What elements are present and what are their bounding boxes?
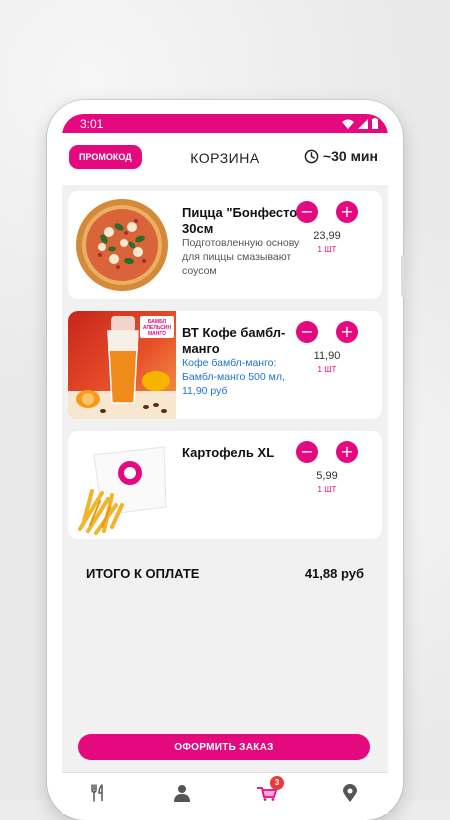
increase-quantity-button[interactable]: + bbox=[336, 441, 358, 463]
item-name: Картофель XL bbox=[182, 445, 275, 460]
wifi-icon bbox=[342, 119, 354, 129]
cart-content: Пицца "Бонфесто" 30см Подготовленную осн… bbox=[62, 185, 388, 814]
item-description: Кофе бамбл-манго: Бамбл-манго 500 мл, 11… bbox=[182, 357, 285, 397]
cart-item: Картофель XL − + 5,99 1 ШТ bbox=[68, 431, 382, 539]
delivery-time-text: ~30 мин bbox=[322, 148, 378, 164]
total-label: ИТОГО К ОПЛАТЕ bbox=[86, 566, 200, 581]
place-order-button[interactable]: ОФОРМИТЬ ЗАКАЗ bbox=[78, 734, 370, 760]
item-price: 11,90 bbox=[313, 350, 341, 362]
decrease-quantity-button[interactable]: − bbox=[296, 441, 318, 463]
app-header: ПРОМОКОД КОРЗИНА ~30 мин bbox=[62, 133, 388, 185]
nav-cart[interactable]: 3 bbox=[252, 776, 284, 806]
item-name: ВТ Кофе бамбл-манго bbox=[182, 325, 286, 356]
delivery-time: ~30 мин bbox=[304, 148, 378, 164]
clock-icon bbox=[304, 149, 319, 163]
item-description: Подготовленную основу для пиццы смазываю… bbox=[182, 237, 300, 277]
cart-item: БАМБЛ АПЕЛЬСИН МАНГО ВТ Кофе бамбл-манго… bbox=[68, 311, 382, 419]
app-screen: 3:01 ПРОМОКОД КОРЗИНА ~30 мин Пицца "Бон… bbox=[62, 114, 388, 814]
status-time: 3:01 bbox=[80, 116, 104, 131]
bottom-nav: 3 bbox=[62, 772, 388, 814]
item-quantity: 1 ШТ bbox=[317, 365, 337, 374]
increase-quantity-button[interactable]: + bbox=[336, 201, 358, 223]
item-price: 5,99 bbox=[316, 470, 338, 482]
promo-code-button[interactable]: ПРОМОКОД bbox=[69, 145, 142, 169]
phone-side-button bbox=[401, 255, 406, 297]
total-value: 41,88 руб bbox=[304, 566, 364, 581]
decrease-quantity-button[interactable]: − bbox=[296, 321, 318, 343]
decrease-quantity-button[interactable]: − bbox=[296, 201, 318, 223]
item-quantity: 1 ШТ bbox=[317, 485, 337, 494]
svg-text:МАНГО: МАНГО bbox=[148, 331, 166, 337]
nav-profile[interactable] bbox=[167, 780, 197, 806]
location-icon bbox=[343, 784, 357, 802]
cart-item: Пицца "Бонфесто" 30см Подготовленную осн… bbox=[68, 191, 382, 299]
fork-knife-icon bbox=[91, 784, 103, 802]
cart-count-badge: 3 bbox=[270, 776, 284, 790]
fries-image bbox=[68, 431, 176, 539]
user-icon bbox=[174, 785, 190, 802]
battery-icon bbox=[372, 118, 378, 129]
item-quantity: 1 ШТ bbox=[317, 245, 337, 254]
increase-quantity-button[interactable]: + bbox=[336, 321, 358, 343]
pizza-image bbox=[68, 191, 176, 299]
nav-menu[interactable] bbox=[83, 780, 113, 806]
item-name: Пицца "Бонфесто" 30см bbox=[182, 205, 304, 236]
status-icons bbox=[342, 118, 378, 129]
item-price: 23,99 bbox=[313, 230, 341, 242]
mango-coffee-image: БАМБЛ АПЕЛЬСИН МАНГО bbox=[68, 311, 176, 419]
status-bar: 3:01 bbox=[62, 114, 388, 133]
nav-location[interactable] bbox=[335, 780, 365, 806]
signal-icon bbox=[358, 118, 368, 129]
